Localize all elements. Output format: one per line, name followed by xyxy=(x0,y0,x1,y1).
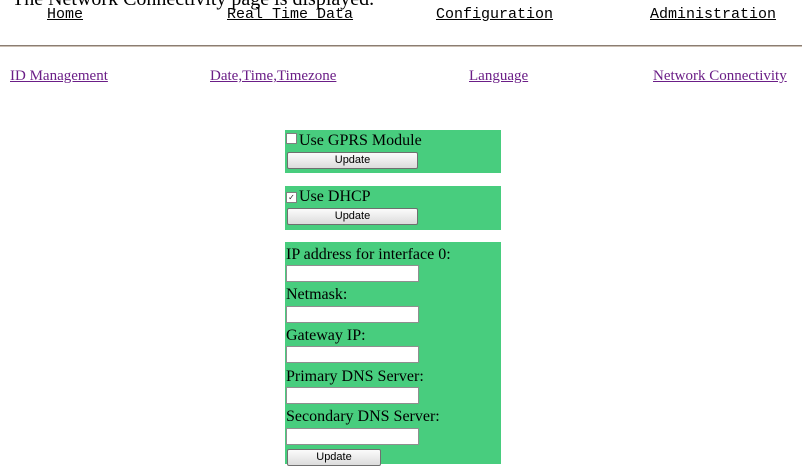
nav-divider xyxy=(0,45,802,46)
nav-configuration-link[interactable]: Configuration xyxy=(436,6,553,23)
subnav-id-management-link[interactable]: ID Management xyxy=(10,68,108,85)
nav-home-link[interactable]: Home xyxy=(47,6,83,23)
secondary-dns-field[interactable] xyxy=(286,428,419,445)
nav-real-time-data-link[interactable]: Real Time Data xyxy=(227,6,353,23)
ip-settings-panel: IP address for interface 0: Netmask: Gat… xyxy=(285,242,501,466)
ip-address-field[interactable] xyxy=(286,265,419,282)
dhcp-row: ✓ Use DHCP xyxy=(286,188,371,206)
dhcp-update-button[interactable]: Update xyxy=(287,208,418,225)
gprs-row: Use GPRS Module xyxy=(286,132,422,150)
dhcp-checkbox[interactable]: ✓ xyxy=(286,192,297,203)
checkmark-icon: ✓ xyxy=(288,193,295,202)
subnav-date-time-link[interactable]: Date,Time,Timezone xyxy=(210,68,336,85)
netmask-field[interactable] xyxy=(286,306,419,323)
subnav-network-connectivity-link[interactable]: Network Connectivity xyxy=(653,68,787,85)
netmask-label: Netmask: xyxy=(286,286,348,303)
network-connectivity-page: The Network Connectivity page is display… xyxy=(0,0,802,466)
ip-address-label: IP address for interface 0: xyxy=(286,246,451,263)
primary-dns-label: Primary DNS Server: xyxy=(286,368,424,385)
secondary-dns-label: Secondary DNS Server: xyxy=(286,408,440,425)
dhcp-label: Use DHCP xyxy=(299,188,371,205)
nav-administration-link[interactable]: Administration xyxy=(650,6,776,23)
gprs-checkbox[interactable] xyxy=(286,133,297,144)
gprs-label: Use GPRS Module xyxy=(299,132,422,149)
dhcp-panel: ✓ Use DHCP Update xyxy=(285,186,501,230)
ip-update-button[interactable]: Update xyxy=(287,449,381,466)
primary-dns-field[interactable] xyxy=(286,387,419,404)
gateway-label: Gateway IP: xyxy=(286,327,366,344)
gprs-panel: Use GPRS Module Update xyxy=(285,130,501,173)
gprs-update-button[interactable]: Update xyxy=(287,152,418,169)
gateway-field[interactable] xyxy=(286,346,419,363)
subnav-language-link[interactable]: Language xyxy=(469,68,528,85)
